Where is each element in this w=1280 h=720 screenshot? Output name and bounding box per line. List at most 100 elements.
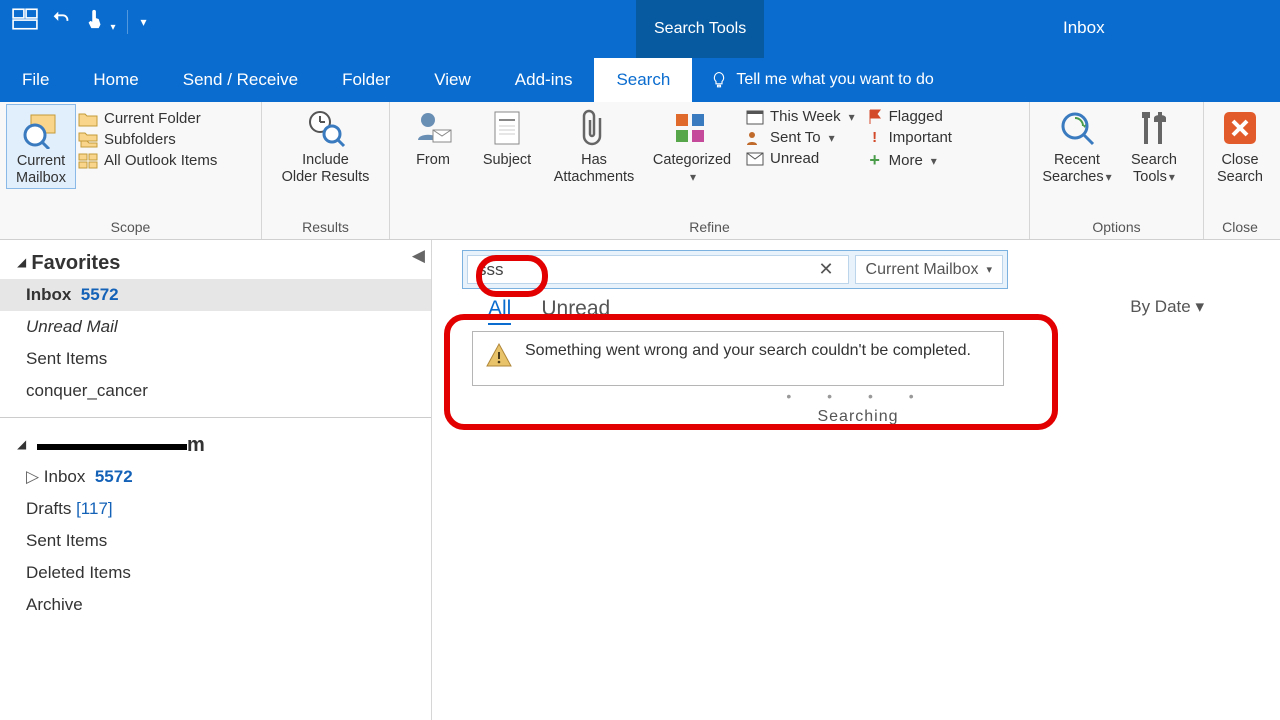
group-refine: From Subject Has Attachments Categorized — [390, 102, 1030, 239]
current-mailbox-label: Current Mailbox — [16, 153, 66, 188]
tab-search[interactable]: Search — [594, 58, 692, 102]
important-icon: ! — [867, 129, 883, 146]
app-icon — [12, 6, 38, 37]
nav-inbox-favorite[interactable]: Inbox 5572 — [0, 279, 431, 311]
tab-folder[interactable]: Folder — [320, 58, 412, 102]
from-button[interactable]: From — [396, 104, 470, 169]
group-refine-label: Refine — [396, 217, 1023, 239]
current-folder-button[interactable]: Current Folder — [78, 110, 217, 127]
search-box[interactable]: ✕ — [467, 255, 849, 284]
current-mailbox-button[interactable]: Current Mailbox — [6, 104, 76, 189]
sort-by-date[interactable]: By Date ▾ — [1130, 297, 1264, 325]
calendar-icon — [746, 109, 764, 125]
search-scope-dropdown[interactable]: Current Mailbox▾ — [855, 255, 1003, 284]
tab-view[interactable]: View — [412, 58, 493, 102]
unread-button[interactable]: Unread — [746, 150, 855, 167]
sent-to-button[interactable]: Sent To — [746, 129, 855, 146]
workspace: ◀ Favorites Inbox 5572 Unread Mail Sent … — [0, 240, 1280, 720]
group-scope-label: Scope — [6, 217, 255, 239]
tab-addins[interactable]: Add-ins — [493, 58, 595, 102]
all-outlook-items-button[interactable]: All Outlook Items — [78, 152, 217, 169]
tell-me-box[interactable]: Tell me what you want to do — [692, 58, 951, 102]
group-options-label: Options — [1036, 217, 1197, 239]
nav-sent-items[interactable]: Sent Items — [0, 343, 431, 375]
filter-all[interactable]: All — [488, 297, 511, 325]
more-button[interactable]: + More — [867, 150, 952, 171]
group-scope: Current Mailbox Current Folder Subfolder… — [0, 102, 262, 239]
subfolders-button[interactable]: Subfolders — [78, 131, 217, 148]
recent-search-icon — [1057, 108, 1097, 148]
subject-button[interactable]: Subject — [470, 104, 544, 169]
include-older-results-button[interactable]: Include Older Results — [271, 104, 381, 187]
clear-search-icon[interactable]: ✕ — [814, 259, 837, 280]
warning-icon — [485, 342, 513, 375]
scope-options: Current Folder Subfolders All Outlook It… — [76, 104, 221, 169]
clock-search-icon — [306, 108, 346, 148]
search-error-message: Something went wrong and your search cou… — [472, 331, 1004, 386]
has-attachments-button[interactable]: Has Attachments — [544, 104, 644, 187]
undo-icon[interactable] — [50, 8, 72, 35]
group-close: Close Search Close — [1204, 102, 1276, 239]
quick-access-toolbar: ▾ ▾ — [0, 0, 159, 43]
search-tools-button[interactable]: Search Tools — [1118, 104, 1190, 187]
nav-conquer-cancer[interactable]: conquer_cancer — [0, 375, 431, 407]
tools-icon — [1134, 108, 1174, 148]
flagged-button[interactable]: Flagged — [867, 108, 952, 125]
nav-separator — [0, 417, 431, 418]
tab-file[interactable]: File — [0, 58, 71, 102]
document-icon — [487, 108, 527, 148]
nav-deleted-items[interactable]: Deleted Items — [0, 557, 431, 589]
filter-row: All Unread By Date ▾ — [488, 297, 1264, 325]
group-close-label: Close — [1210, 217, 1270, 239]
nav-archive[interactable]: Archive — [0, 589, 431, 621]
important-button[interactable]: ! Important — [867, 129, 952, 146]
tell-me-label: Tell me what you want to do — [736, 71, 933, 89]
refine-column-1: This Week Sent To Unread — [740, 104, 861, 167]
favorites-header[interactable]: Favorites — [0, 246, 431, 279]
window-title: Inbox — [1063, 18, 1105, 38]
group-results: Include Older Results Results — [262, 102, 390, 239]
nav-inbox[interactable]: ▷ Inbox 5572 — [0, 461, 431, 493]
lightbulb-icon — [710, 71, 728, 89]
qat-customize-icon[interactable]: ▾ — [140, 15, 146, 29]
person-mail-icon — [413, 108, 453, 148]
tab-send-receive[interactable]: Send / Receive — [161, 58, 320, 102]
search-tools-context-tab: Search Tools — [636, 0, 764, 58]
searching-label: Searching — [452, 408, 1264, 426]
group-results-label: Results — [268, 217, 383, 239]
ribbon-tabs: File Home Send / Receive Folder View Add… — [0, 58, 1280, 102]
folder-pane: ◀ Favorites Inbox 5572 Unread Mail Sent … — [0, 240, 432, 720]
search-bar-container: ✕ Current Mailbox▾ — [462, 250, 1008, 289]
group-options: Recent Searches Search Tools Options — [1030, 102, 1204, 239]
message-list-pane: ✕ Current Mailbox▾ All Unread By Date ▾ … — [432, 240, 1280, 720]
categorized-button[interactable]: Categorized — [644, 104, 740, 187]
envelope-icon — [746, 152, 764, 166]
search-input[interactable] — [478, 260, 814, 280]
mailbox-icon — [21, 109, 61, 149]
close-icon — [1220, 108, 1260, 148]
plus-icon: + — [867, 150, 883, 171]
account-name-redacted — [37, 440, 187, 454]
close-search-button[interactable]: Close Search — [1210, 104, 1270, 187]
qat-separator — [127, 10, 128, 34]
person-small-icon — [746, 130, 764, 146]
loading-dots: • • • • — [452, 388, 1264, 404]
ribbon: Current Mailbox Current Folder Subfolder… — [0, 102, 1280, 240]
tab-home[interactable]: Home — [71, 58, 160, 102]
refine-column-2: Flagged ! Important + More — [861, 104, 958, 171]
this-week-button[interactable]: This Week — [746, 108, 855, 125]
paperclip-icon — [574, 108, 614, 148]
account-header[interactable]: m — [0, 428, 431, 461]
title-bar: ▾ ▾ Search Tools Inbox — [0, 0, 1280, 58]
touch-mode-icon[interactable]: ▾ — [84, 8, 115, 35]
nav-unread-mail[interactable]: Unread Mail — [0, 311, 431, 343]
nav-sent-items-2[interactable]: Sent Items — [0, 525, 431, 557]
nav-drafts[interactable]: Drafts [117] — [0, 493, 431, 525]
include-older-label: Include Older Results — [282, 152, 370, 187]
recent-searches-button[interactable]: Recent Searches — [1036, 104, 1118, 187]
error-text: Something went wrong and your search cou… — [525, 342, 971, 375]
flag-icon — [867, 109, 883, 125]
filter-unread[interactable]: Unread — [541, 297, 610, 325]
collapse-folder-pane-icon[interactable]: ◀ — [412, 246, 425, 266]
categories-icon — [672, 108, 712, 148]
